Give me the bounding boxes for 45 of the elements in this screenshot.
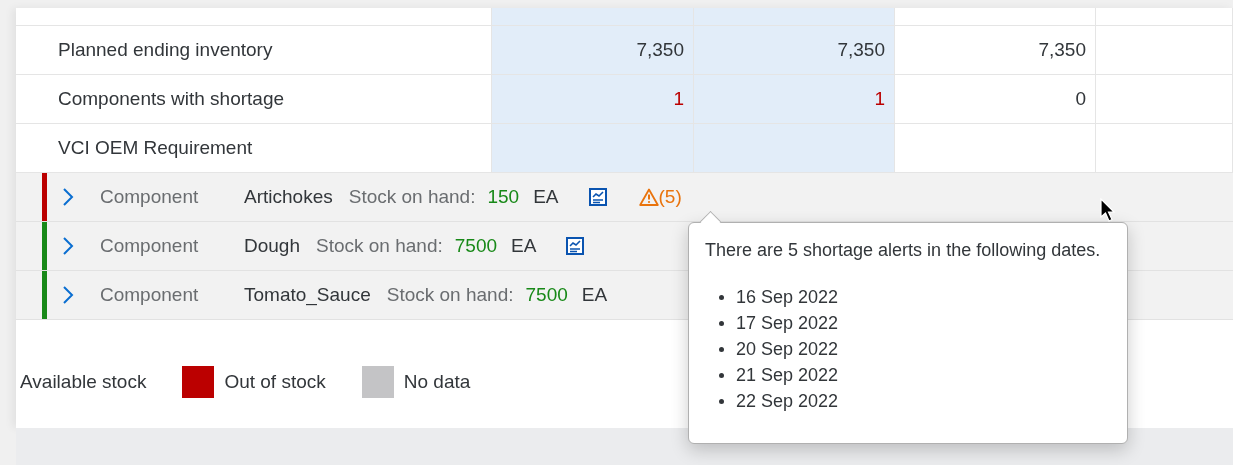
warning-icon bbox=[638, 188, 659, 206]
table-cell: 1 bbox=[694, 75, 895, 123]
legend-label: No data bbox=[403, 371, 471, 393]
alert-date: 21 Sep 2022 bbox=[736, 364, 839, 386]
chevron-icon[interactable] bbox=[62, 187, 74, 207]
stock-value: 7500 bbox=[454, 235, 498, 257]
unit-label: EA bbox=[581, 284, 608, 306]
stock-label: Stock on hand: bbox=[348, 186, 476, 208]
component-label: Component bbox=[100, 235, 200, 257]
alert-date: 16 Sep 2022 bbox=[736, 286, 839, 308]
bullet-icon bbox=[719, 320, 724, 326]
popover-message: There are 5 shortage alerts in the following dates. bbox=[705, 240, 1102, 261]
component-name: Dough bbox=[244, 235, 300, 257]
legend-label: Out of stock bbox=[224, 371, 326, 393]
report-icon[interactable] bbox=[588, 188, 607, 206]
table-cell: 7,350 bbox=[694, 26, 895, 74]
stock-value: 7500 bbox=[525, 284, 568, 306]
row-label: Components with shortage bbox=[58, 88, 284, 110]
bullet-icon bbox=[719, 372, 724, 378]
alert-date: 17 Sep 2022 bbox=[736, 312, 839, 334]
bullet-icon bbox=[719, 346, 724, 352]
unit-label: EA bbox=[533, 186, 559, 208]
table-cell: 0 bbox=[895, 75, 1096, 123]
chevron-icon[interactable] bbox=[62, 285, 74, 305]
component-label: Component bbox=[100, 186, 200, 208]
stock-label: Stock on hand: bbox=[316, 235, 443, 257]
component-name: Tomato_Sauce bbox=[244, 284, 371, 306]
table-cell: 7,350 bbox=[492, 26, 694, 74]
stock-label: Stock on hand: bbox=[386, 284, 514, 306]
row-label: Planned ending inventory bbox=[58, 39, 273, 61]
row-label: VCI OEM Requirement bbox=[58, 137, 253, 159]
unit-label: EA bbox=[511, 235, 537, 257]
shortage-alert[interactable]: (5) bbox=[638, 186, 682, 208]
component-label: Component bbox=[100, 284, 200, 306]
alert-date: 22 Sep 2022 bbox=[736, 390, 839, 412]
table-cell: 7,350 bbox=[895, 26, 1096, 74]
bullet-icon bbox=[719, 294, 724, 300]
alert-date: 20 Sep 2022 bbox=[736, 338, 839, 360]
component-name: Artichokes bbox=[244, 186, 333, 208]
report-icon[interactable] bbox=[566, 237, 585, 255]
chevron-icon[interactable] bbox=[62, 236, 74, 256]
table-cell: 1 bbox=[492, 75, 694, 123]
legend-title: Available stock bbox=[20, 371, 147, 393]
stock-value: 150 bbox=[487, 186, 520, 208]
bullet-icon bbox=[719, 398, 724, 404]
